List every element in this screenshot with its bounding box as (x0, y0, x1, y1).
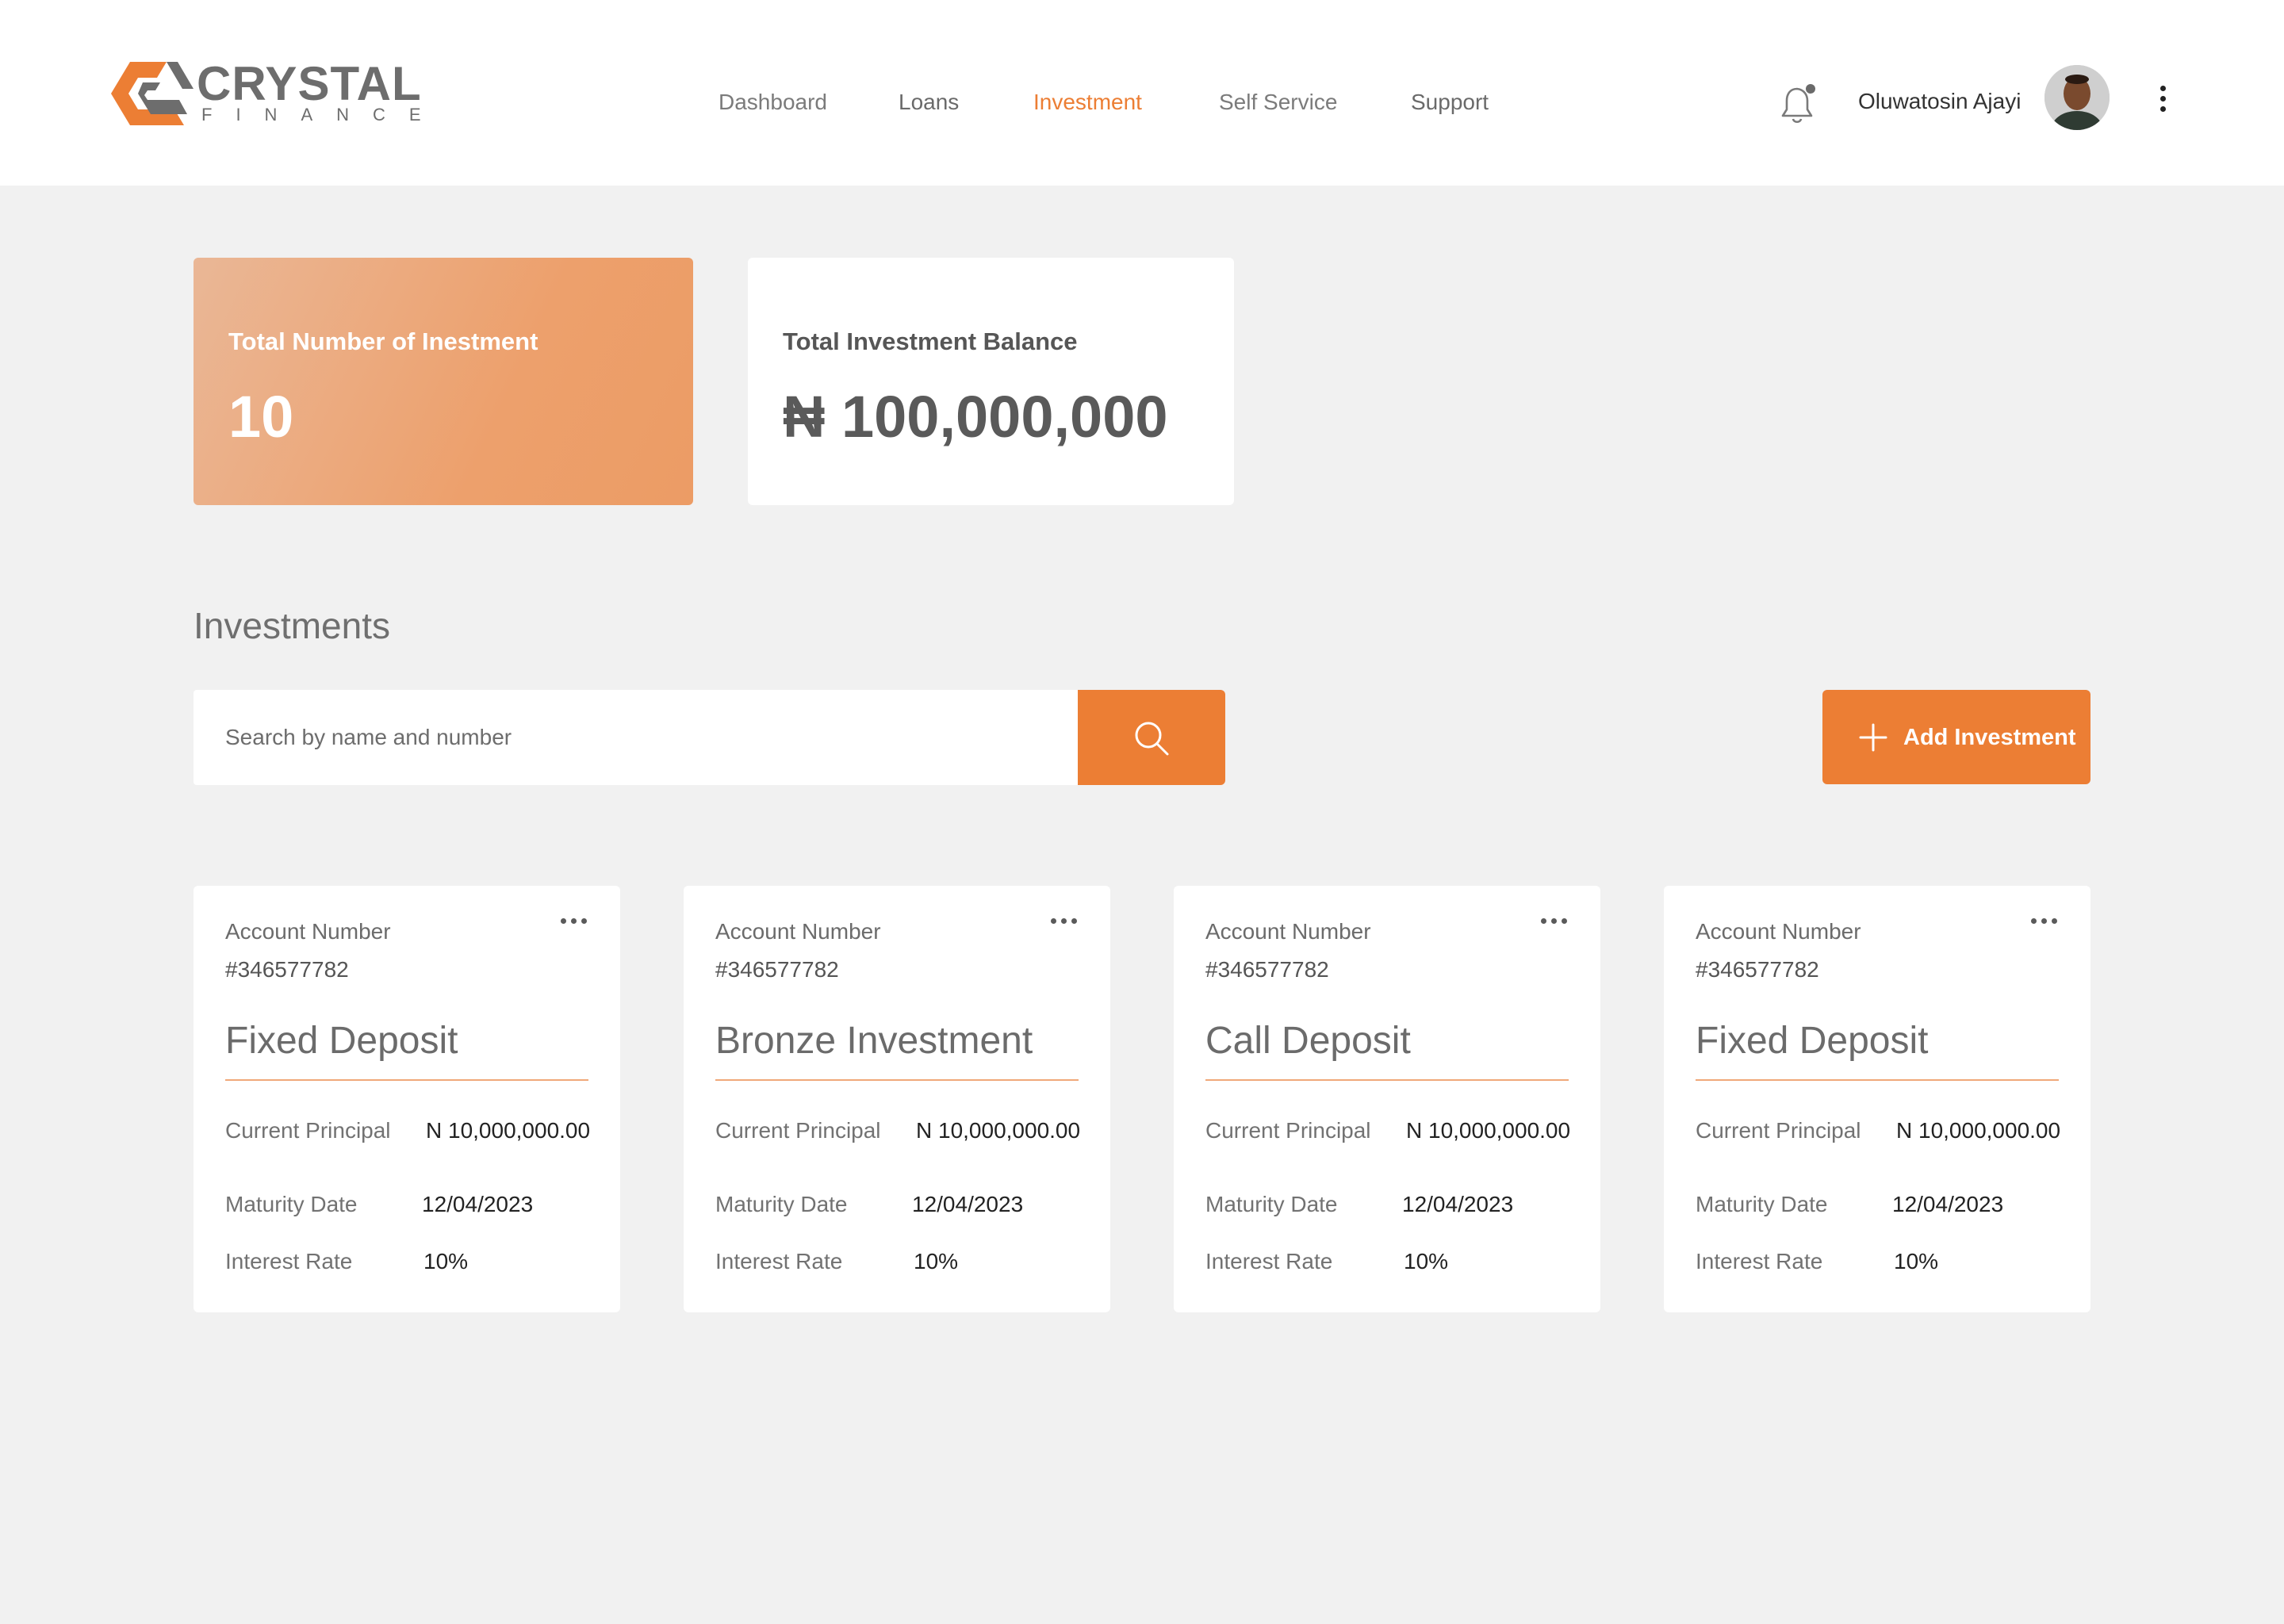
kebab-vertical-icon[interactable] (2151, 86, 2175, 117)
investment-balance-card: Total Investment Balance ₦ 100,000,000 (748, 258, 1234, 505)
add-investment-label: Add Investment (1903, 725, 2076, 750)
more-options-icon[interactable] (1541, 914, 1577, 932)
investment-card[interactable]: Account Number #346577782 Fixed Deposit … (194, 886, 620, 1312)
investment-type: Fixed Deposit (225, 1020, 458, 1062)
maturity-date-label: Maturity Date (1696, 1192, 1828, 1216)
nav-loans[interactable]: Loans (899, 90, 959, 115)
current-principal-label: Current Principal (715, 1118, 881, 1143)
interest-rate-label: Interest Rate (1696, 1249, 1823, 1274)
card-divider (1696, 1079, 2059, 1081)
maturity-date-value: 12/04/2023 (1892, 1192, 2004, 1216)
nav-self-service[interactable]: Self Service (1219, 90, 1337, 115)
total-investments-label: Total Number of Inestment (228, 327, 538, 355)
nav-investment[interactable]: Investment (1033, 90, 1142, 115)
interest-rate-label: Interest Rate (715, 1249, 843, 1274)
investment-balance-label: Total Investment Balance (783, 327, 1078, 355)
current-principal-value: N 10,000,000.00 (916, 1118, 1081, 1143)
current-principal-value: N 10,000,000.00 (426, 1118, 591, 1143)
search-box (194, 690, 1078, 785)
avatar[interactable] (2044, 65, 2110, 130)
current-principal-label: Current Principal (1205, 1118, 1371, 1143)
nav-support[interactable]: Support (1411, 90, 1489, 115)
card-divider (225, 1079, 588, 1081)
total-investments-card: Total Number of Inestment 10 (194, 258, 693, 505)
investment-balance-value: ₦ 100,000,000 (783, 384, 1168, 450)
interest-rate-value: 10% (1894, 1249, 1939, 1274)
account-number-value: #346577782 (225, 957, 349, 982)
maturity-date-value: 12/04/2023 (422, 1192, 534, 1216)
interest-rate-value: 10% (914, 1249, 959, 1274)
account-number-label: Account Number (1205, 919, 1371, 944)
account-number-value: #346577782 (715, 957, 839, 982)
current-principal-label: Current Principal (1696, 1118, 1861, 1143)
investment-type: Fixed Deposit (1696, 1020, 1929, 1062)
maturity-date-label: Maturity Date (225, 1192, 358, 1216)
investment-card[interactable]: Account Number #346577782 Bronze Investm… (684, 886, 1110, 1312)
add-investment-button[interactable]: Add Investment (1822, 690, 2090, 784)
account-number-value: #346577782 (1696, 957, 1819, 982)
maturity-date-label: Maturity Date (1205, 1192, 1338, 1216)
current-principal-label: Current Principal (225, 1118, 391, 1143)
investment-card[interactable]: Account Number #346577782 Fixed Deposit … (1664, 886, 2090, 1312)
maturity-date-label: Maturity Date (715, 1192, 848, 1216)
investment-type: Bronze Investment (715, 1020, 1033, 1062)
total-investments-value: 10 (228, 384, 294, 450)
user-name[interactable]: Oluwatosin Ajayi (1858, 89, 2021, 114)
more-options-icon[interactable] (561, 914, 597, 932)
plus-icon (1859, 723, 1887, 752)
account-number-label: Account Number (715, 919, 881, 944)
card-divider (1205, 1079, 1569, 1081)
top-header: CRYSTAL FINANCE Dashboard Loans Investme… (0, 0, 2284, 186)
bell-icon[interactable] (1781, 82, 1816, 125)
maturity-date-value: 12/04/2023 (912, 1192, 1024, 1216)
maturity-date-value: 12/04/2023 (1402, 1192, 1514, 1216)
section-title: Investments (194, 605, 390, 646)
investment-type: Call Deposit (1205, 1020, 1411, 1062)
interest-rate-label: Interest Rate (1205, 1249, 1333, 1274)
search-input[interactable] (194, 690, 1078, 785)
account-number-label: Account Number (225, 919, 391, 944)
account-number-value: #346577782 (1205, 957, 1329, 982)
current-principal-value: N 10,000,000.00 (1406, 1118, 1571, 1143)
search-button[interactable] (1078, 690, 1225, 785)
card-divider (715, 1079, 1079, 1081)
search-icon (1135, 722, 1169, 756)
interest-rate-value: 10% (1404, 1249, 1449, 1274)
interest-rate-label: Interest Rate (225, 1249, 353, 1274)
account-number-label: Account Number (1696, 919, 1861, 944)
more-options-icon[interactable] (2031, 914, 2067, 932)
investment-card[interactable]: Account Number #346577782 Call Deposit C… (1174, 886, 1600, 1312)
current-principal-value: N 10,000,000.00 (1896, 1118, 2061, 1143)
interest-rate-value: 10% (423, 1249, 469, 1274)
more-options-icon[interactable] (1051, 914, 1087, 932)
nav-dashboard[interactable]: Dashboard (719, 90, 827, 115)
